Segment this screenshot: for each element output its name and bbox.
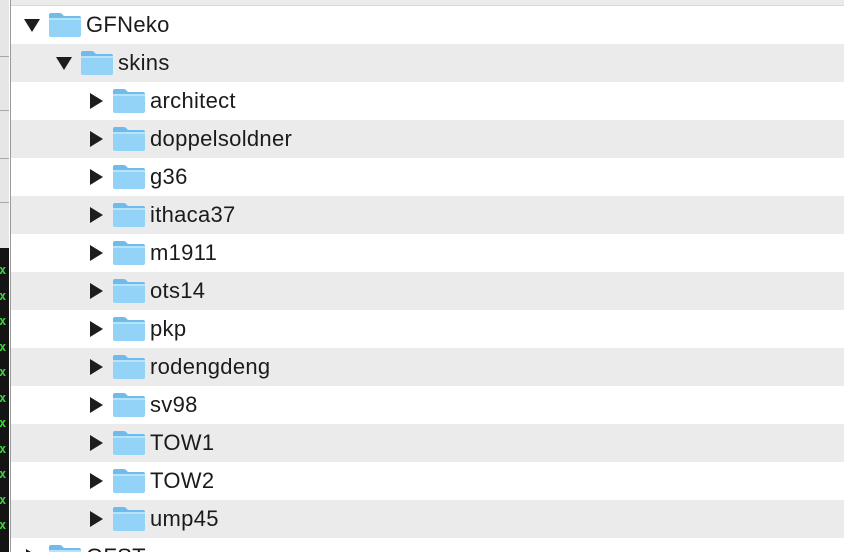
disclosure-triangle-right-icon[interactable]: [86, 281, 106, 301]
tree-row-gfneko[interactable]: GFNeko: [10, 6, 844, 44]
background-window-edge: xxxxxxxxxxx: [0, 0, 11, 552]
finder-list-view: xxxxxxxxxxx GFNeko skins architect doppe…: [0, 0, 844, 552]
tree-row-gfst[interactable]: GFST: [10, 538, 844, 552]
disclosure-triangle-right-icon[interactable]: [86, 319, 106, 339]
tree-row-label: m1911: [150, 240, 218, 265]
disclosure-triangle-right-icon[interactable]: [86, 395, 106, 415]
tree-row-label: TOW2: [150, 468, 215, 493]
file-tree: GFNeko skins architect doppelsoldner g36 it…: [10, 0, 844, 552]
tree-row-pkp[interactable]: pkp: [10, 310, 844, 348]
tree-row-label: sv98: [150, 392, 198, 417]
tree-row-tow1[interactable]: TOW1: [10, 424, 844, 462]
folder-icon: [112, 316, 146, 342]
tree-row-skins[interactable]: skins: [10, 44, 844, 82]
tree-row-ots14[interactable]: ots14: [10, 272, 844, 310]
folder-icon: [112, 392, 146, 418]
disclosure-triangle-right-icon[interactable]: [22, 547, 42, 552]
terminal-mark: x: [0, 314, 7, 328]
tree-row-label: g36: [150, 164, 188, 189]
tree-row-label: ithaca37: [150, 202, 236, 227]
folder-icon: [112, 240, 146, 266]
terminal-mark: x: [0, 441, 7, 456]
disclosure-triangle-down-icon[interactable]: [22, 15, 42, 35]
disclosure-triangle-right-icon[interactable]: [86, 357, 106, 377]
folder-icon: [80, 50, 114, 76]
disclosure-triangle-right-icon[interactable]: [86, 243, 106, 263]
disclosure-triangle-right-icon[interactable]: [86, 91, 106, 111]
disclosure-triangle-down-icon[interactable]: [54, 53, 74, 73]
tree-row-tow2[interactable]: TOW2: [10, 462, 844, 500]
terminal-mark: x: [0, 390, 7, 405]
folder-icon: [48, 12, 82, 38]
terminal-mark: x: [0, 492, 7, 507]
terminal-mark: x: [0, 518, 7, 532]
tree-row-label: doppelsoldner: [150, 126, 293, 151]
tree-row-doppelsoldner[interactable]: doppelsoldner: [10, 120, 844, 158]
folder-icon: [112, 430, 146, 456]
folder-icon: [112, 164, 146, 190]
tree-row-g36[interactable]: g36: [10, 158, 844, 196]
tree-row-label: architect: [150, 88, 236, 113]
tree-row-ump45[interactable]: ump45: [10, 500, 844, 538]
folder-icon: [112, 278, 146, 304]
tree-row-label: GFST: [86, 544, 146, 552]
terminal-mark: x: [0, 339, 7, 354]
folder-icon: [48, 544, 82, 552]
folder-icon: [112, 126, 146, 152]
terminal-mark: x: [0, 288, 7, 303]
disclosure-triangle-right-icon[interactable]: [86, 471, 106, 491]
terminal-mark: x: [0, 365, 7, 379]
tree-row-sv98[interactable]: sv98: [10, 386, 844, 424]
skins-children: architect doppelsoldner g36 ithaca37 m1911 ot…: [10, 82, 844, 538]
folder-icon: [112, 506, 146, 532]
tree-row-label: pkp: [150, 316, 187, 341]
disclosure-triangle-right-icon[interactable]: [86, 509, 106, 529]
terminal-mark: x: [0, 416, 7, 430]
tree-row-architect[interactable]: architect: [10, 82, 844, 120]
tree-row-ithaca37[interactable]: ithaca37: [10, 196, 844, 234]
tree-row-label: GFNeko: [86, 12, 170, 37]
tree-row-m1911[interactable]: m1911: [10, 234, 844, 272]
disclosure-triangle-right-icon[interactable]: [86, 205, 106, 225]
tree-row-label: ots14: [150, 278, 206, 303]
folder-icon: [112, 88, 146, 114]
tree-row-label: rodengdeng: [150, 354, 271, 379]
folder-icon: [112, 202, 146, 228]
tree-row-label: ump45: [150, 506, 219, 531]
disclosure-triangle-right-icon[interactable]: [86, 129, 106, 149]
folder-icon: [112, 354, 146, 380]
disclosure-triangle-right-icon[interactable]: [86, 167, 106, 187]
tree-row-rodengdeng[interactable]: rodengdeng: [10, 348, 844, 386]
folder-icon: [112, 468, 146, 494]
disclosure-triangle-right-icon[interactable]: [86, 433, 106, 453]
terminal-mark: x: [0, 467, 7, 481]
tree-row-label: TOW1: [150, 430, 215, 455]
tree-row-label: skins: [118, 50, 170, 75]
terminal-mark: x: [0, 263, 7, 277]
